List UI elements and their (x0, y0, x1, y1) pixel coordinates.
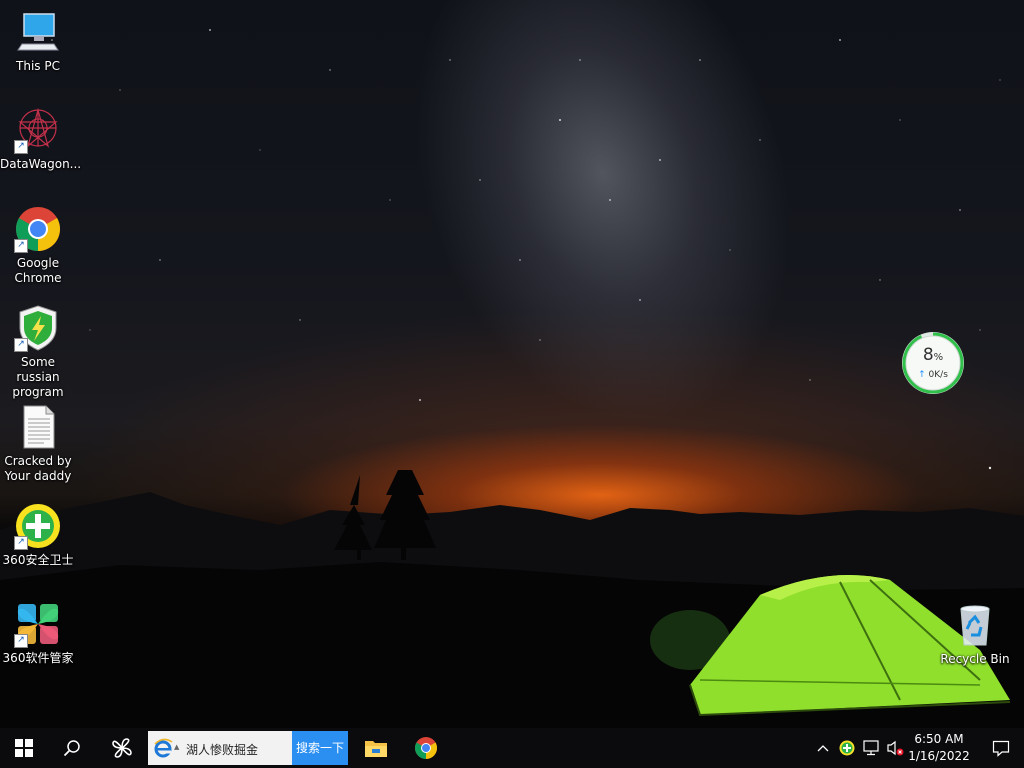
datawagon-icon: ↗ (14, 106, 62, 154)
desktop-icon-360-security[interactable]: ↗ 360安全卫士 (0, 502, 76, 568)
shortcut-arrow-icon: ↗ (14, 239, 28, 253)
start-button[interactable] (0, 728, 48, 768)
360-software-icon: ↗ (14, 600, 62, 648)
ie-icon (154, 738, 173, 758)
shortcut-arrow-icon: ↗ (14, 338, 28, 352)
360-security-icon: ↗ (14, 502, 62, 550)
network-speed-widget[interactable]: 8% ↑ 0K/s (901, 331, 965, 395)
pinwheel-icon (112, 738, 132, 758)
search-button[interactable] (48, 728, 96, 768)
search-go-button[interactable]: 搜索一下 (292, 731, 348, 765)
upload-arrow-icon: ↑ (918, 370, 926, 380)
desktop-icon-label: Some russian program (12, 355, 64, 399)
desktop-icon-datawagon[interactable]: ↗ DataWagon... (0, 106, 82, 172)
desktop-icon-google-chrome[interactable]: ↗ Google Chrome (0, 205, 76, 286)
recycle-bin-icon (951, 601, 999, 649)
desktop-icon-label: Google Chrome (14, 256, 62, 285)
desktop-icon-label: 360软件管家 (2, 651, 74, 665)
volume-muted-icon (887, 740, 904, 756)
dropdown-caret-icon[interactable]: ▲ (174, 743, 179, 751)
360-tray-icon (839, 740, 855, 756)
network-speed: ↑ 0K/s (918, 370, 948, 380)
chevron-up-icon (817, 745, 829, 752)
desktop-icon-cracked-by-your-daddy[interactable]: Cracked by Your daddy (0, 403, 76, 484)
desktop-icon-label: This PC (16, 59, 60, 73)
text-file-icon (14, 403, 62, 451)
taskbar-app-chrome[interactable] (402, 728, 450, 768)
shortcut-arrow-icon: ↗ (14, 140, 28, 154)
file-explorer-icon (365, 741, 387, 757)
notification-center-button[interactable] (978, 728, 1024, 768)
network-icon (863, 740, 879, 756)
shortcut-arrow-icon: ↗ (14, 536, 28, 550)
desktop-wallpaper (0, 0, 1024, 728)
desktop-icon-label: 360安全卫士 (2, 553, 74, 567)
search-icon (63, 740, 80, 757)
shield-icon: ↗ (14, 304, 62, 352)
tray-360[interactable] (836, 728, 858, 768)
desktop-icon-360-software-manager[interactable]: ↗ 360软件管家 (0, 600, 76, 666)
clock-time: 6:50 AM (914, 732, 964, 746)
tray-network[interactable] (860, 728, 882, 768)
desktop-icon-some-russian-program[interactable]: ↗ Some russian program (0, 304, 76, 400)
pinwheel-button[interactable] (98, 728, 146, 768)
chrome-icon (415, 737, 437, 759)
starfield (51, 29, 1001, 470)
search-query-text: 湖人惨败掘金 (186, 743, 259, 757)
this-pc-icon (14, 8, 62, 56)
desktop-icon-recycle-bin[interactable]: Recycle Bin (937, 601, 1013, 667)
cpu-percent: 8% (922, 345, 944, 365)
desktop-icon-label: Cracked by Your daddy (4, 454, 72, 483)
taskbar-app-file-explorer[interactable] (352, 728, 400, 768)
windows-logo-icon (15, 739, 33, 757)
desktop-icon-label: DataWagon... (0, 157, 82, 171)
desktop-icon-label: Recycle Bin (940, 652, 1010, 666)
taskbar-clock[interactable]: 6:50 AM 1/16/2022 (908, 731, 970, 765)
tray-chevron-up[interactable] (812, 728, 834, 768)
desktop-icon-this-pc[interactable]: This PC (0, 8, 76, 74)
clock-date: 1/16/2022 (908, 749, 970, 763)
ie-search-input[interactable]: ▲ 湖人惨败掘金 (148, 731, 292, 765)
tray-volume[interactable] (884, 728, 906, 768)
shortcut-arrow-icon: ↗ (14, 634, 28, 648)
notification-icon (992, 740, 1010, 757)
mountain-silhouette (0, 470, 1024, 728)
chrome-icon: ↗ (14, 205, 62, 253)
